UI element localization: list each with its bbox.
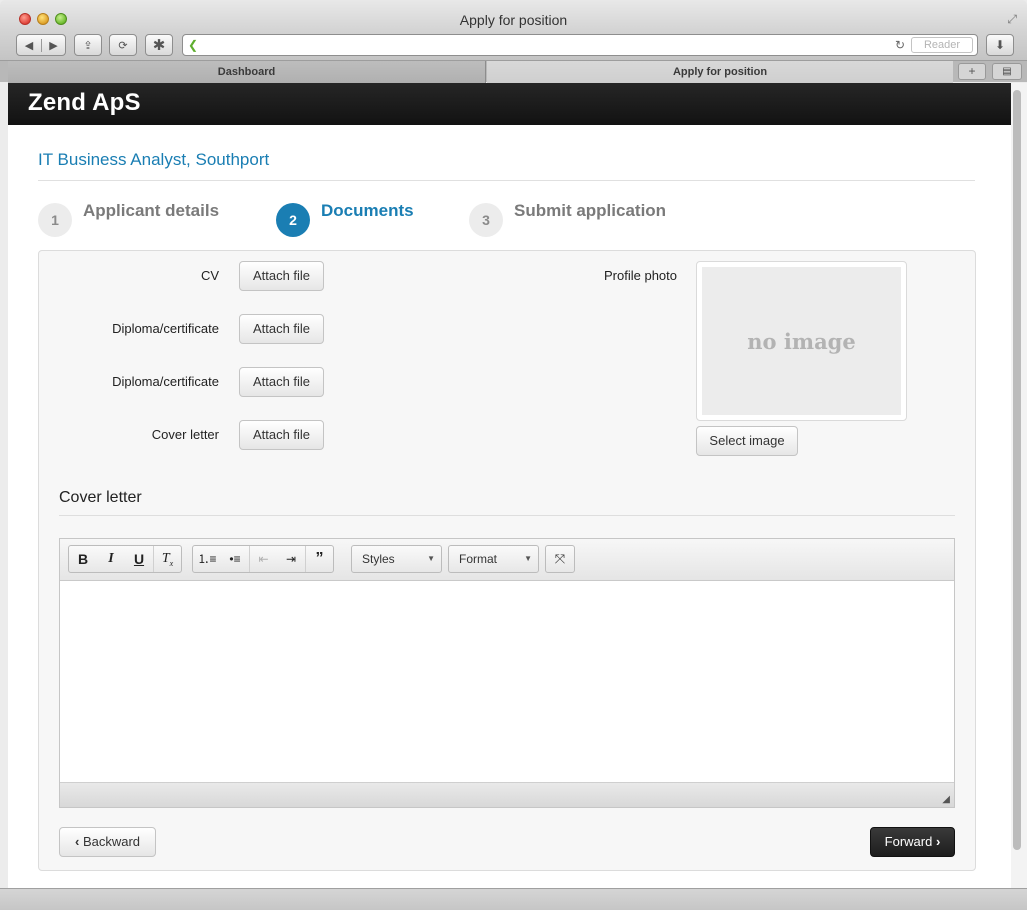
diploma-label: Diploma/certificate [112,374,219,389]
page-content: Zend ApS IT Business Analyst, Southport … [8,83,1011,888]
reader-button[interactable]: Reader [911,37,973,53]
download-icon: ⬇ [994,38,1006,52]
share-icon: ⇪ [83,39,93,52]
address-bar[interactable]: ❮ ↻ Reader [182,34,978,56]
text-format-group: B I U Tx [68,545,182,573]
no-image-text: no image [747,328,856,354]
page-title: IT Business Analyst, Southport [38,150,270,169]
plus-icon: + [968,64,976,78]
new-tab-button[interactable]: + [958,63,986,80]
forward-button[interactable]: Forward › [870,827,955,857]
indent-icon[interactable]: ⇥ [277,546,305,572]
tab-overview-button[interactable]: ▤ [992,63,1022,80]
blockquote-icon[interactable]: ” [305,546,333,572]
editor-footer: ◢ [60,782,954,807]
chevron-down-icon: ▼ [524,554,532,563]
fullscreen-icon[interactable]: ⤢ [1007,12,1017,27]
browser-toolbar: ◀ ▶ ⇪ ⟳ ✱ ❮ ↻ Reader ⬇ [0,32,1027,60]
brand-logo[interactable]: Zend ApS [28,89,141,117]
tab-overview-icon: ▤ [1002,66,1012,77]
favicon-icon: ❮ [188,38,199,52]
window-title: Apply for position [459,12,568,28]
underline-icon[interactable]: U [125,546,153,572]
navbar: Zend ApS [8,83,1011,125]
bulleted-list-icon[interactable]: •≡ [221,546,249,572]
forward-arrow-icon[interactable]: ▶ [40,38,65,52]
step-label: Applicant details [83,201,220,220]
window-titlebar: Apply for position ⤢ [0,0,1027,32]
step-number: 2 [276,203,310,237]
backward-label: Backward [82,834,141,849]
scrollbar-thumb[interactable] [1013,90,1021,850]
chevron-right-icon: › [935,834,941,849]
step-number: 1 [38,203,72,237]
cover-letter-label: Cover letter [151,427,219,442]
maximize-icon: ⤧ [554,551,566,566]
step-label: Submit application [514,201,667,220]
tab-dashboard[interactable]: Dashboard [8,61,486,83]
list-group: ⒈≡ •≡ ⇤ ⇥ ” [192,545,334,573]
sync-icon: ⟳ [118,39,128,52]
cover-letter-editor: B I U Tx ⒈≡ •≡ ⇤ ⇥ ” Styles ▼ Format ▼ ⤧… [59,538,955,808]
profile-photo-label: Profile photo [604,268,677,283]
step-number: 3 [469,203,503,237]
numbered-list-icon[interactable]: ⒈≡ [193,546,221,572]
format-dropdown-label: Format [459,552,498,566]
window-bottom-bar [0,888,1027,910]
divider [38,180,975,181]
back-arrow-icon[interactable]: ◀ [17,39,41,52]
attach-diploma-button[interactable]: Attach file [239,314,324,344]
resize-handle-icon[interactable]: ◢ [942,794,950,805]
editor-toolbar: B I U Tx ⒈≡ •≡ ⇤ ⇥ ” Styles ▼ Format ▼ ⤧ [60,539,954,581]
divider [59,515,955,516]
downloads-button[interactable]: ⬇ [986,34,1014,56]
bookmarks-button[interactable]: ✱ [145,34,173,56]
share-button[interactable]: ⇪ [74,34,102,56]
outdent-icon[interactable]: ⇤ [249,546,277,572]
sync-button[interactable]: ⟳ [109,34,137,56]
chevron-down-icon: ▼ [427,554,435,563]
select-image-button[interactable]: Select image [696,426,798,456]
format-dropdown[interactable]: Format ▼ [448,545,539,573]
tab-apply-for-position[interactable]: Apply for position [487,61,953,83]
cover-letter-heading: Cover letter [59,489,142,506]
editor-body[interactable] [60,582,954,782]
diploma-label: Diploma/certificate [112,321,219,336]
step-label: Documents [321,201,414,220]
italic-icon[interactable]: I [97,546,125,572]
bold-icon[interactable]: B [69,546,97,572]
profile-photo-placeholder: no image [702,267,901,415]
forward-label: Forward [884,834,933,849]
styles-dropdown-label: Styles [362,552,395,566]
attach-cv-button[interactable]: Attach file [239,261,324,291]
chevron-left-icon: ‹ [74,834,80,849]
tab-bar: Dashboard Apply for position + ▤ [0,60,1027,83]
documents-panel: CV Attach file Diploma/certificate Attac… [38,250,976,871]
backward-button[interactable]: ‹ Backward [59,827,156,857]
attach-cover-letter-button[interactable]: Attach file [239,420,324,450]
attach-diploma-button[interactable]: Attach file [239,367,324,397]
back-forward-group: ◀ ▶ [16,34,66,56]
styles-dropdown[interactable]: Styles ▼ [351,545,442,573]
maximize-button[interactable]: ⤧ [545,545,575,573]
profile-photo-frame: no image [696,261,907,421]
reload-icon[interactable]: ↻ [895,38,905,52]
cv-label: CV [200,268,219,283]
remove-format-icon[interactable]: Tx [153,546,181,572]
asterisk-icon: ✱ [152,37,166,54]
